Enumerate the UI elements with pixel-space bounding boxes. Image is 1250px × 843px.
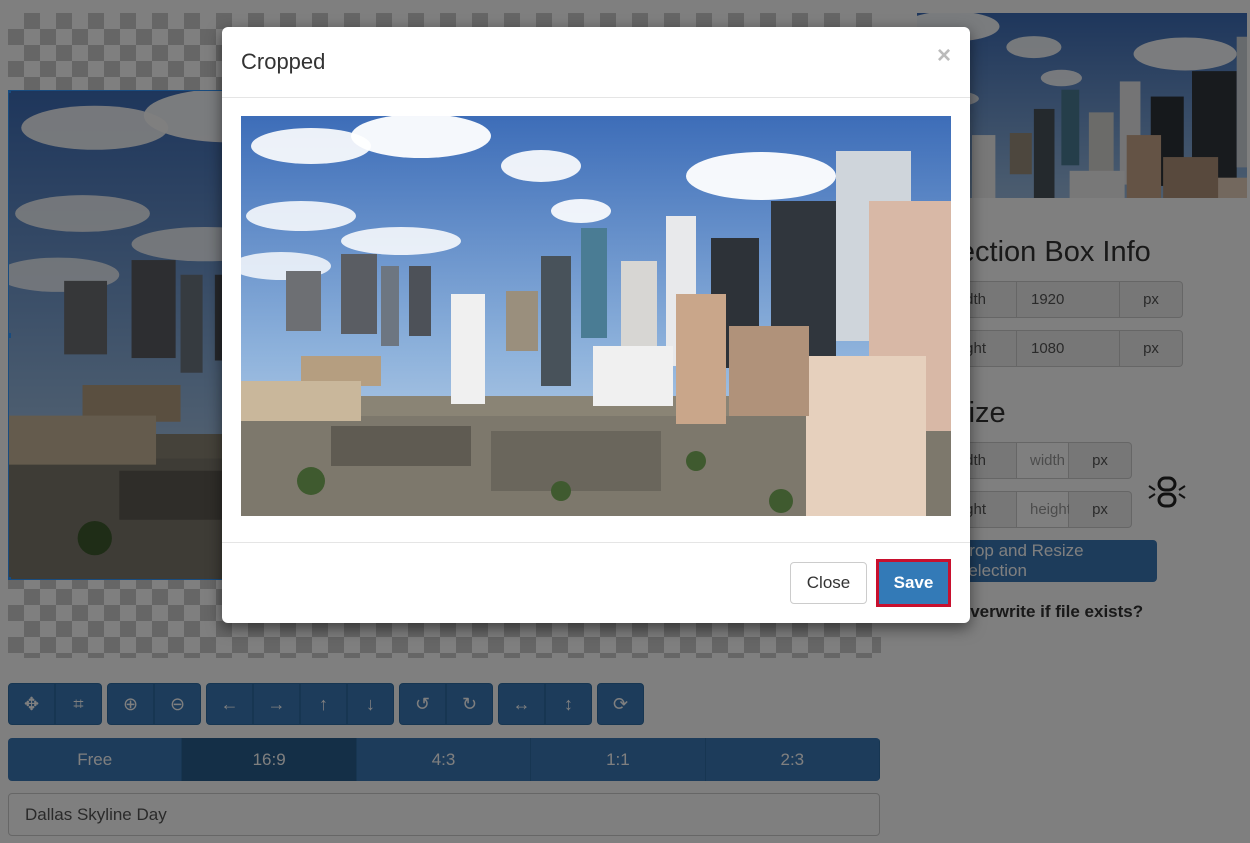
- cropped-image: [241, 116, 951, 516]
- save-button-highlight: Save: [876, 559, 951, 607]
- close-button[interactable]: Close: [790, 562, 867, 604]
- modal-title: Cropped: [241, 49, 326, 74]
- close-icon[interactable]: ×: [937, 42, 951, 70]
- modal-header: Cropped ×: [222, 27, 970, 98]
- modal-footer: Close Save: [222, 542, 970, 623]
- cropped-modal: Cropped × Close Save: [222, 27, 970, 623]
- save-button[interactable]: Save: [879, 562, 948, 604]
- modal-body: [222, 98, 970, 542]
